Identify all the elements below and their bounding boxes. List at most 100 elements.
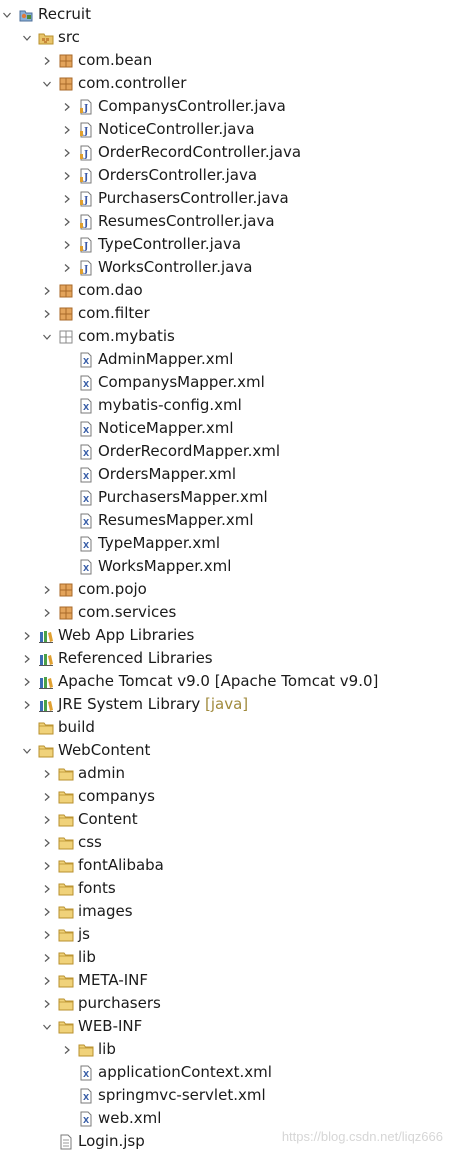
expand-arrow-icon[interactable] [61,187,73,210]
expand-arrow-icon[interactable] [41,762,53,785]
tree-node-worksmapper-xml[interactable]: X WorksMapper.xml [0,555,453,578]
expand-arrow-icon[interactable] [61,141,73,164]
tree-node-purchasersmapper-xml[interactable]: X PurchasersMapper.xml [0,486,453,509]
tree-node-recruit[interactable]: Recruit [0,3,453,26]
expand-arrow-icon[interactable] [41,302,53,325]
expand-arrow-icon[interactable] [61,210,73,233]
xml-file-icon: X [78,513,94,529]
tree-node-label: META-INF [78,971,149,989]
tree-node-label: fontAlibaba [78,856,164,874]
tree-node-adminmapper-xml[interactable]: X AdminMapper.xml [0,348,453,371]
expand-arrow-icon[interactable] [21,670,33,693]
svg-text:X: X [83,357,90,366]
expand-arrow-icon[interactable] [41,923,53,946]
expand-arrow-icon[interactable] [61,164,73,187]
tree-node-orderrecordmapper-xml[interactable]: X OrderRecordMapper.xml [0,440,453,463]
expand-arrow-icon[interactable] [61,118,73,141]
tree-node-web-inf[interactable]: WEB-INF [0,1015,453,1038]
tree-node-webcontent[interactable]: WebContent [0,739,453,762]
expand-arrow-icon[interactable] [41,854,53,877]
tree-node-apache-tomcat-v9-0-apache-tomcat-v9-0[interactable]: Apache Tomcat v9.0 [Apache Tomcat v9.0] [0,670,453,693]
expand-arrow-icon[interactable] [41,946,53,969]
expand-arrow-icon[interactable] [21,693,33,716]
tree-node-label: images [78,902,133,920]
expand-arrow-icon[interactable] [41,831,53,854]
tree-node-web-app-libraries[interactable]: Web App Libraries [0,624,453,647]
expand-arrow-icon[interactable] [41,969,53,992]
tree-node-images[interactable]: images [0,900,453,923]
tree-node-fonts[interactable]: fonts [0,877,453,900]
tree-node-meta-inf[interactable]: META-INF [0,969,453,992]
xml-file-icon: X [78,467,94,483]
tree-node-companysmapper-xml[interactable]: X CompanysMapper.xml [0,371,453,394]
tree-node-lib[interactable]: lib [0,1038,453,1061]
collapse-arrow-icon[interactable] [41,1015,53,1038]
tree-node-purchasers[interactable]: purchasers [0,992,453,1015]
tree-node-admin[interactable]: admin [0,762,453,785]
expand-arrow-icon[interactable] [41,808,53,831]
expand-arrow-icon[interactable] [41,900,53,923]
tree-node-com-services[interactable]: com.services [0,601,453,624]
expand-arrow-icon[interactable] [21,647,33,670]
tree-node-com-controller[interactable]: com.controller [0,72,453,95]
expand-arrow-icon[interactable] [61,95,73,118]
tree-node-orderrecordcontroller-java[interactable]: J OrderRecordController.java [0,141,453,164]
collapse-arrow-icon[interactable] [21,739,33,762]
tree-node-resumesmapper-xml[interactable]: X ResumesMapper.xml [0,509,453,532]
expand-arrow-icon[interactable] [41,992,53,1015]
tree-node-com-dao[interactable]: com.dao [0,279,453,302]
tree-node-purchaserscontroller-java[interactable]: J PurchasersController.java [0,187,453,210]
java-file-icon: J [78,260,94,276]
tree-node-orderscontroller-java[interactable]: J OrdersController.java [0,164,453,187]
tree-node-label: lib [98,1040,116,1058]
tree-node-applicationcontext-xml[interactable]: XapplicationContext.xml [0,1061,453,1084]
tree-node-web-xml[interactable]: Xweb.xml [0,1107,453,1130]
tree-node-build[interactable]: build [0,716,453,739]
tree-node-jre-system-library[interactable]: JRE System Library [java] [0,693,453,716]
tree-node-label: WorksMapper.xml [98,557,232,575]
tree-node-typemapper-xml[interactable]: X TypeMapper.xml [0,532,453,555]
collapse-arrow-icon[interactable] [21,26,33,49]
expand-arrow-icon[interactable] [41,578,53,601]
expand-arrow-icon[interactable] [61,1038,73,1061]
tree-node-src[interactable]: src [0,26,453,49]
tree-node-com-bean[interactable]: com.bean [0,49,453,72]
tree-node-springmvc-servlet-xml[interactable]: Xspringmvc-servlet.xml [0,1084,453,1107]
tree-node-lib[interactable]: lib [0,946,453,969]
tree-node-mybatis-config-xml[interactable]: Xmybatis-config.xml [0,394,453,417]
tree-node-fontalibaba[interactable]: fontAlibaba [0,854,453,877]
expand-arrow-icon[interactable] [41,49,53,72]
tree-node-referenced-libraries[interactable]: Referenced Libraries [0,647,453,670]
tree-node-resumescontroller-java[interactable]: J ResumesController.java [0,210,453,233]
tree-node-js[interactable]: js [0,923,453,946]
expand-arrow-icon[interactable] [21,624,33,647]
collapse-arrow-icon[interactable] [41,72,53,95]
expand-arrow-icon[interactable] [41,785,53,808]
tree-node-typecontroller-java[interactable]: J TypeController.java [0,233,453,256]
xml-file-icon: X [78,352,94,368]
tree-node-label: Web App Libraries [58,626,195,644]
expand-arrow-icon[interactable] [61,233,73,256]
tree-node-content[interactable]: Content [0,808,453,831]
folder-icon [58,950,74,966]
package-icon [58,605,74,621]
tree-node-noticemapper-xml[interactable]: X NoticeMapper.xml [0,417,453,440]
collapse-arrow-icon[interactable] [1,3,13,26]
tree-node-workscontroller-java[interactable]: J WorksController.java [0,256,453,279]
svg-text:X: X [83,1093,90,1102]
tree-node-com-pojo[interactable]: com.pojo [0,578,453,601]
expand-arrow-icon[interactable] [41,279,53,302]
expand-arrow-icon[interactable] [61,256,73,279]
tree-node-ordersmapper-xml[interactable]: X OrdersMapper.xml [0,463,453,486]
tree-node-com-filter[interactable]: com.filter [0,302,453,325]
expand-arrow-icon[interactable] [41,877,53,900]
tree-node-label: com.bean [78,51,153,69]
collapse-arrow-icon[interactable] [41,325,53,348]
tree-node-com-mybatis[interactable]: com.mybatis [0,325,453,348]
tree-node-companyscontroller-java[interactable]: J CompanysController.java [0,95,453,118]
tree-node-css[interactable]: css [0,831,453,854]
expand-arrow-icon[interactable] [41,601,53,624]
tree-node-noticecontroller-java[interactable]: J NoticeController.java [0,118,453,141]
tree-node-companys[interactable]: companys [0,785,453,808]
tree-node-label: OrdersMapper.xml [98,465,237,483]
